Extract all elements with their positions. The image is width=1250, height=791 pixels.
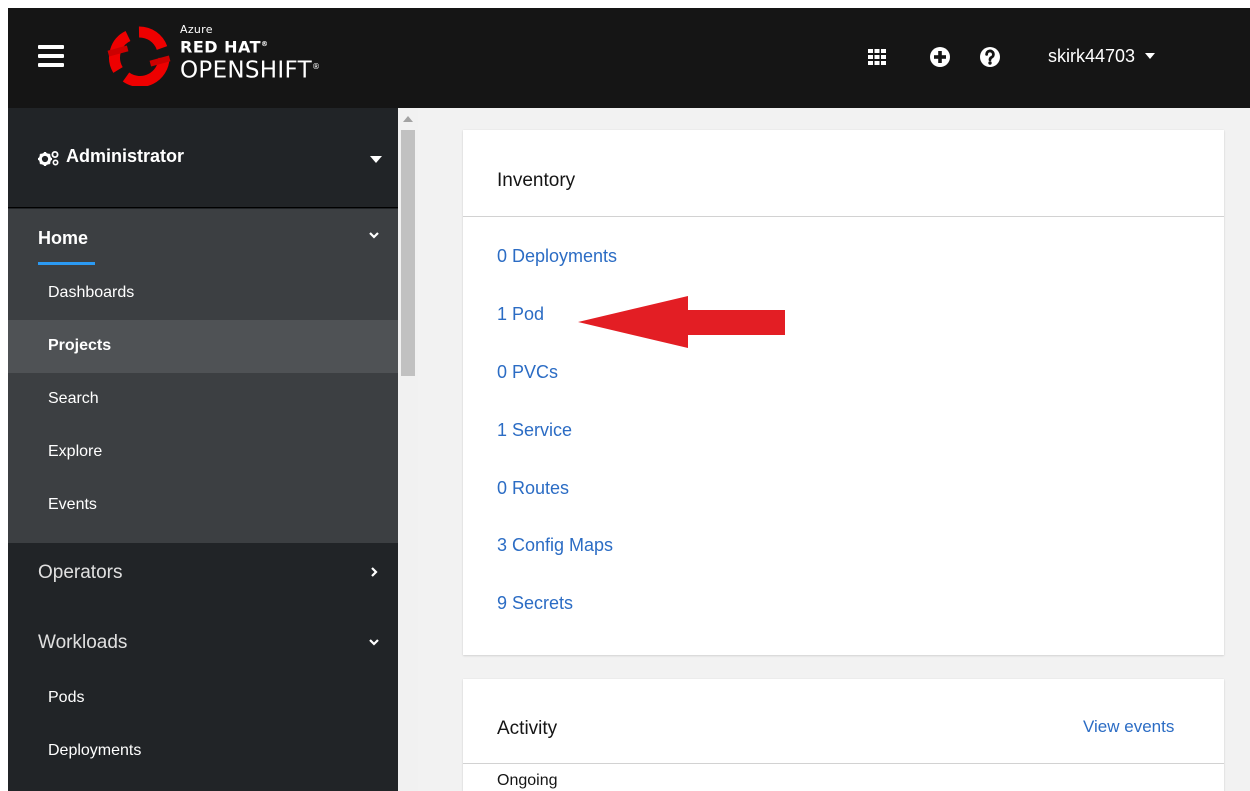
cogs-icon <box>38 151 59 166</box>
nav-column: Administrator Home Dashboards Projects S… <box>8 108 398 791</box>
perspective-switcher[interactable]: Administrator <box>8 108 398 208</box>
nav-group-workloads-label: Workloads <box>38 632 128 653</box>
perspective-label: Administrator <box>66 146 185 166</box>
brand-azure: Azure <box>180 23 213 36</box>
user-name: skirk44703 <box>1048 45 1136 66</box>
openshift-logo-icon <box>107 26 171 86</box>
brand-wordmark: Azure RED HAT® OPENSHIFT® <box>180 24 320 83</box>
nav-item-label: Search <box>48 390 99 407</box>
nav-group-operators[interactable]: Operators <box>8 544 398 600</box>
brand-openshift: OPENSHIFT® <box>180 57 321 84</box>
user-menu[interactable]: skirk44703 <box>1048 41 1156 71</box>
inventory-link-config-maps[interactable]: 3 Config Maps <box>497 535 613 556</box>
nav-item-pods[interactable]: Pods <box>8 672 398 725</box>
nav-item-label: Projects <box>48 337 112 354</box>
activity-title: Activity <box>497 718 558 739</box>
app-frame: Azure RED HAT® OPENSHIFT® skirk44703 Adm… <box>8 8 1250 791</box>
nav-item-label: Deployments <box>48 742 142 759</box>
brand-logo[interactable]: Azure RED HAT® OPENSHIFT® <box>104 24 364 90</box>
view-events-link[interactable]: View events <box>1083 717 1174 737</box>
nav-section-home: Home Dashboards Projects Search Explore <box>8 209 398 543</box>
card-divider <box>463 216 1224 217</box>
scrollbar-thumb[interactable] <box>401 130 415 376</box>
sidebar-scrollbar[interactable] <box>398 108 418 791</box>
inventory-card: Inventory 0 Deployments 1 Pod 0 PVCs 1 S… <box>463 130 1224 655</box>
nav-item-search[interactable]: Search <box>8 373 398 426</box>
nav-group-workloads[interactable]: Workloads <box>8 614 398 670</box>
nav-item-label: Explore <box>48 443 103 460</box>
question-circle-icon[interactable] <box>979 46 1001 68</box>
annotation-arrow-icon <box>578 296 785 348</box>
nav-group-home[interactable]: Home <box>8 209 398 265</box>
nav-item-deployments[interactable]: Deployments <box>8 725 398 778</box>
chevron-down-icon <box>369 639 379 646</box>
nav-item-label: Events <box>48 496 97 513</box>
inventory-link-deployments[interactable]: 0 Deployments <box>497 246 617 267</box>
sidebar-nav: Administrator Home Dashboards Projects S… <box>8 108 418 791</box>
activity-card: Activity View events Ongoing <box>463 679 1224 791</box>
brand-redhat: RED HAT® <box>180 37 269 57</box>
caret-down-icon <box>370 156 382 163</box>
inventory-link-services[interactable]: 1 Service <box>497 420 572 441</box>
nav-item-label: Pods <box>48 689 85 706</box>
chevron-right-icon <box>371 567 378 577</box>
masthead: Azure RED HAT® OPENSHIFT® skirk44703 <box>8 8 1250 108</box>
nav-group-home-label: Home <box>38 228 89 248</box>
ongoing-label: Ongoing <box>497 772 558 789</box>
inventory-link-pods[interactable]: 1 Pod <box>497 304 544 325</box>
caret-down-icon <box>1145 53 1156 59</box>
chevron-down-icon <box>369 232 379 239</box>
grid-icon[interactable] <box>866 46 888 68</box>
inventory-title: Inventory <box>497 170 576 191</box>
inventory-link-secrets[interactable]: 9 Secrets <box>497 593 573 614</box>
scroll-up-arrow-icon[interactable] <box>403 116 413 122</box>
inventory-link-pvcs[interactable]: 0 PVCs <box>497 362 558 383</box>
nav-item-explore[interactable]: Explore <box>8 426 398 479</box>
nav-item-label: Dashboards <box>48 284 135 301</box>
hamburger-menu-icon[interactable] <box>38 45 64 67</box>
nav-group-operators-label: Operators <box>38 562 123 583</box>
nav-item-dashboards[interactable]: Dashboards <box>8 267 398 320</box>
card-divider <box>463 763 1224 764</box>
active-section-underline <box>38 262 95 265</box>
nav-item-events[interactable]: Events <box>8 479 398 532</box>
inventory-link-routes[interactable]: 0 Routes <box>497 478 569 499</box>
nav-item-projects[interactable]: Projects <box>8 320 398 373</box>
plus-circle-icon[interactable] <box>929 46 951 68</box>
